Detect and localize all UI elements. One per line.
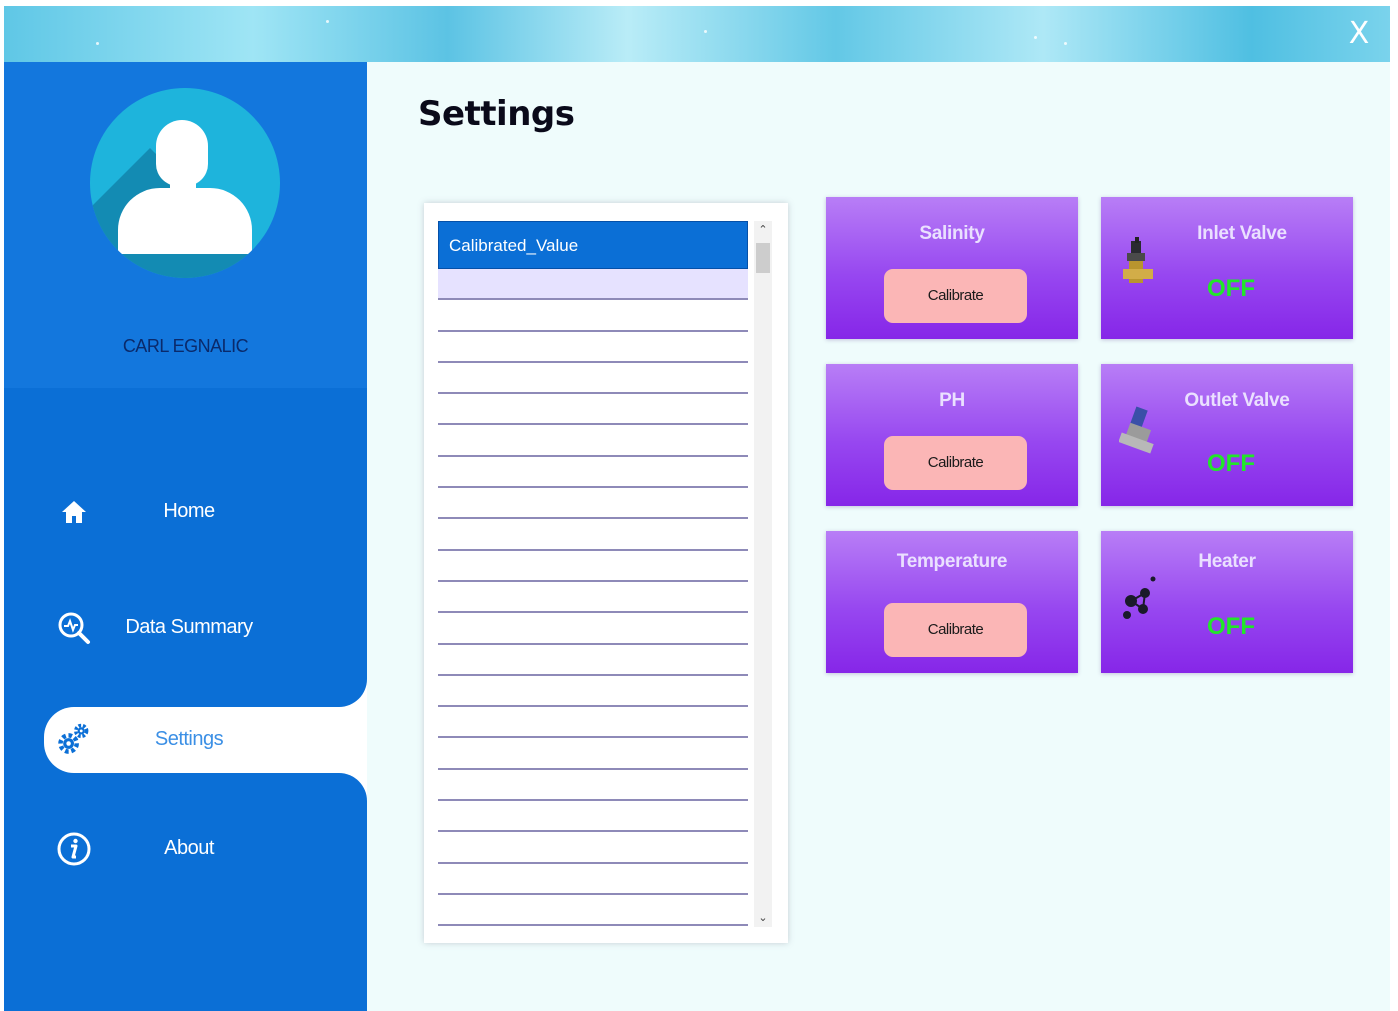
list-item[interactable] [438, 332, 748, 363]
outlet-valve-status: OFF [1207, 450, 1255, 477]
list-item[interactable] [438, 394, 748, 426]
list-item[interactable] [438, 457, 748, 489]
inlet-valve-card[interactable]: Inlet Valve OFF [1101, 197, 1353, 339]
info-icon [56, 831, 92, 867]
card-title: Temperature [896, 551, 1008, 572]
app-window: X CARL EGNALIC Home Data Summary Setting… [4, 6, 1390, 1011]
sidebar-item-data-summary[interactable]: Data Summary [4, 598, 367, 658]
decor-sparkle [326, 20, 329, 23]
decor-sparkle [1034, 36, 1037, 39]
sidebar-item-settings[interactable]: Settings [44, 707, 367, 773]
list-item[interactable] [438, 801, 748, 833]
ph-card: PH Calibrate [826, 364, 1078, 506]
sidebar-item-about[interactable]: About [4, 819, 367, 879]
heater-status: OFF [1207, 613, 1255, 640]
profile-panel: CARL EGNALIC [4, 62, 367, 388]
sidebar: CARL EGNALIC Home Data Summary Settings … [4, 62, 367, 1011]
decor-sparkle [1064, 42, 1067, 45]
list-item[interactable] [438, 707, 748, 739]
temperature-card: Temperature Calibrate [826, 531, 1078, 673]
valve-icon [1119, 406, 1154, 454]
list-item[interactable] [438, 895, 748, 927]
list-item[interactable] [438, 363, 748, 395]
active-tab-curve [327, 773, 367, 813]
list-item[interactable] [438, 269, 748, 301]
scroll-down-icon[interactable]: ⌄ [754, 909, 772, 927]
list-header[interactable]: Calibrated_Value [438, 221, 748, 269]
avatar-head [156, 120, 208, 186]
list-item[interactable] [438, 300, 748, 332]
heater-card[interactable]: Heater OFF [1101, 531, 1353, 673]
avatar [90, 88, 280, 278]
heater-icon [1123, 576, 1156, 619]
calibrate-salinity-button[interactable]: Calibrate [884, 269, 1027, 323]
decor-sparkle [96, 42, 99, 45]
decor-sparkle [704, 30, 707, 33]
sidebar-item-label: Settings [154, 728, 224, 750]
vertical-scrollbar[interactable]: ⌃ ⌄ [754, 221, 772, 927]
outlet-valve-card[interactable]: Outlet Valve OFF [1101, 364, 1353, 506]
valve-icon [1123, 237, 1153, 283]
sidebar-item-label: Home [163, 500, 215, 522]
list-item[interactable] [438, 770, 748, 802]
user-name: CARL EGNALIC [122, 336, 249, 356]
list-rows [438, 269, 748, 929]
card-title: Heater [1198, 551, 1256, 572]
scroll-up-icon[interactable]: ⌃ [754, 221, 772, 239]
settings-gear-icon [56, 721, 92, 757]
list-item[interactable] [438, 645, 748, 676]
list-item[interactable] [438, 519, 748, 551]
calibrate-temperature-button[interactable]: Calibrate [884, 603, 1027, 657]
list-item[interactable] [438, 613, 748, 645]
list-item[interactable] [438, 738, 748, 770]
list-item[interactable] [438, 832, 748, 864]
sidebar-item-home[interactable]: Home [4, 482, 367, 542]
close-button[interactable]: X [1344, 16, 1374, 52]
active-tab-curve [327, 667, 367, 707]
list-item[interactable] [438, 425, 748, 457]
calibrate-ph-button[interactable]: Calibrate [884, 436, 1027, 490]
salinity-card: Salinity Calibrate [826, 197, 1078, 339]
inlet-valve-status: OFF [1207, 275, 1255, 302]
sidebar-item-label: About [164, 837, 214, 859]
title-bar: X [4, 6, 1390, 62]
list-item[interactable] [438, 864, 748, 895]
home-icon [56, 494, 92, 530]
data-summary-icon [56, 610, 92, 646]
list-item[interactable] [438, 676, 748, 708]
list-item[interactable] [438, 551, 748, 582]
scrollbar-thumb[interactable] [756, 243, 770, 273]
calibrated-values-list[interactable]: Calibrated_Value ⌃ ⌄ [424, 203, 788, 943]
list-item[interactable] [438, 488, 748, 520]
sidebar-item-label: Data Summary [125, 616, 253, 638]
card-title: PH [939, 390, 965, 411]
page-title: Settings [418, 94, 575, 134]
list-item[interactable] [438, 582, 748, 614]
card-title: Salinity [919, 223, 985, 244]
